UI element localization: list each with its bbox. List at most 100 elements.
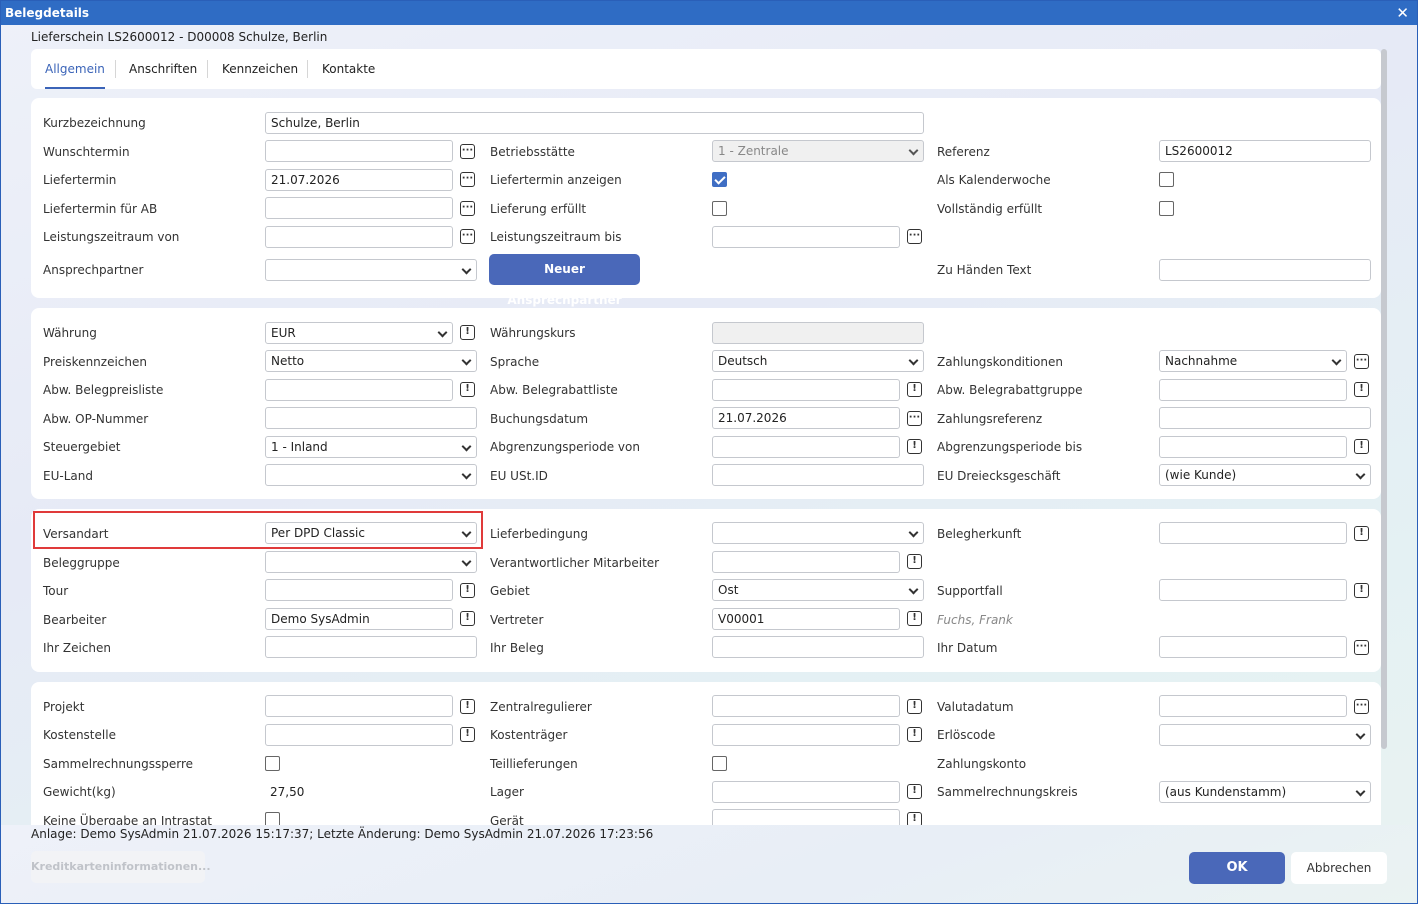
- info-icon[interactable]: !: [460, 611, 475, 626]
- kostentraeger-input[interactable]: [712, 724, 900, 746]
- betriebsstaette-select[interactable]: 1 - Zentrale: [712, 140, 924, 162]
- verantwortlicher-input[interactable]: [712, 551, 900, 573]
- info-icon[interactable]: !: [907, 784, 922, 799]
- tab-allgemein[interactable]: Allgemein: [45, 49, 105, 89]
- info-icon[interactable]: !: [907, 382, 922, 397]
- info-icon[interactable]: !: [1354, 382, 1369, 397]
- waehrung-select[interactable]: EUR: [265, 322, 453, 344]
- calendar-icon[interactable]: ···: [1354, 640, 1369, 655]
- info-icon[interactable]: !: [907, 439, 922, 454]
- eu-land-select[interactable]: [265, 464, 477, 486]
- eu-dreieck-select[interactable]: (wie Kunde): [1159, 464, 1371, 486]
- wunschtermin-input[interactable]: [265, 140, 453, 162]
- gebiet-select[interactable]: Ost: [712, 579, 924, 601]
- liefertermin-anzeigen-checkbox[interactable]: [712, 172, 727, 187]
- eu-ustid-input[interactable]: [712, 464, 924, 486]
- supportfall-input[interactable]: [1159, 579, 1347, 601]
- teillieferungen-checkbox[interactable]: [712, 756, 727, 771]
- abgrenzung-bis-input[interactable]: [1159, 436, 1347, 458]
- calendar-icon[interactable]: ···: [460, 144, 475, 159]
- ansprechpartner-select[interactable]: [265, 259, 477, 281]
- lieferbedingung-select[interactable]: [712, 522, 924, 544]
- wunschtermin-label: Wunschtermin: [43, 145, 130, 159]
- tab-anschriften[interactable]: Anschriften: [129, 49, 197, 89]
- info-icon[interactable]: !: [460, 382, 475, 397]
- close-icon[interactable]: ✕: [1396, 1, 1409, 25]
- calendar-icon[interactable]: ···: [907, 229, 922, 244]
- preiskennzeichen-label: Preiskennzeichen: [43, 355, 147, 369]
- info-icon[interactable]: !: [1354, 439, 1369, 454]
- belegherkunft-input[interactable]: [1159, 522, 1347, 544]
- ihr-datum-input[interactable]: [1159, 636, 1347, 658]
- zentralregulierer-input[interactable]: [712, 695, 900, 717]
- liefertermin-label: Liefertermin: [43, 173, 117, 187]
- abw-op-nummer-input[interactable]: [265, 407, 477, 429]
- waehrungskurs-input[interactable]: [712, 322, 924, 344]
- calendar-icon[interactable]: ···: [1354, 354, 1369, 369]
- leistungszeitraum-von-input[interactable]: [265, 226, 453, 248]
- lager-input[interactable]: [712, 781, 900, 803]
- liefertermin-ab-input[interactable]: [265, 197, 453, 219]
- neuer-ansprechpartner-button[interactable]: Neuer Ansprechpartner: [489, 254, 640, 307]
- ok-button[interactable]: OK: [1189, 852, 1285, 884]
- abw-belegrabattgruppe-input[interactable]: [1159, 379, 1347, 401]
- bearbeiter-input[interactable]: Demo SysAdmin: [265, 608, 453, 630]
- beleggruppe-select[interactable]: [265, 551, 477, 573]
- info-icon[interactable]: !: [1354, 526, 1369, 541]
- als-kalenderwoche-checkbox[interactable]: [1159, 172, 1174, 187]
- bearbeiter-label: Bearbeiter: [43, 613, 107, 627]
- steuergebiet-select[interactable]: 1 - Inland: [265, 436, 477, 458]
- valutadatum-input[interactable]: [1159, 695, 1347, 717]
- vertical-scrollbar[interactable]: [1381, 49, 1387, 749]
- leistungszeitraum-bis-input[interactable]: [712, 226, 900, 248]
- vollstaendig-erfuellt-checkbox[interactable]: [1159, 201, 1174, 216]
- calendar-icon[interactable]: ···: [907, 411, 922, 426]
- cancel-button[interactable]: Abbrechen: [1291, 852, 1387, 884]
- kostenstelle-input[interactable]: [265, 724, 453, 746]
- abw-belegrabattliste-input[interactable]: [712, 379, 900, 401]
- calendar-icon[interactable]: ···: [460, 229, 475, 244]
- referenz-input[interactable]: LS2600012: [1159, 140, 1371, 162]
- document-subtitle: Lieferschein LS2600012 - D00008 Schulze,…: [31, 30, 328, 44]
- steuergebiet-label: Steuergebiet: [43, 440, 121, 454]
- info-icon[interactable]: !: [907, 699, 922, 714]
- tab-kontakte[interactable]: Kontakte: [322, 49, 375, 89]
- info-icon[interactable]: !: [907, 727, 922, 742]
- tab-kennzeichen[interactable]: Kennzeichen: [222, 49, 298, 89]
- info-icon[interactable]: !: [460, 699, 475, 714]
- vertreter-input[interactable]: V00001: [712, 608, 900, 630]
- liefertermin-input[interactable]: 21.07.2026: [265, 169, 453, 191]
- info-icon[interactable]: !: [460, 325, 475, 340]
- calendar-icon[interactable]: ···: [460, 201, 475, 216]
- ihr-zeichen-input[interactable]: [265, 636, 477, 658]
- lieferung-erfuellt-checkbox[interactable]: [712, 201, 727, 216]
- zahlungsreferenz-input[interactable]: [1159, 407, 1371, 429]
- ihr-beleg-input[interactable]: [712, 636, 924, 658]
- calendar-icon[interactable]: ···: [1354, 699, 1369, 714]
- abgrenzung-von-input[interactable]: [712, 436, 900, 458]
- sammelrechnungskreis-select[interactable]: (aus Kundenstamm): [1159, 781, 1371, 803]
- info-icon[interactable]: !: [1354, 583, 1369, 598]
- zahlungsreferenz-label: Zahlungsreferenz: [937, 412, 1043, 426]
- vertreter-name: Fuchs, Frank: [937, 613, 1013, 627]
- projekt-input[interactable]: [265, 695, 453, 717]
- abw-belegpreisliste-input[interactable]: [265, 379, 453, 401]
- info-icon[interactable]: !: [460, 583, 475, 598]
- abgrenzung-bis-label: Abgrenzungsperiode bis: [937, 440, 1083, 454]
- eu-land-label: EU-Land: [43, 469, 93, 483]
- info-icon[interactable]: !: [907, 611, 922, 626]
- kreditkarten-button[interactable]: Kreditkarteninformationen...: [31, 851, 211, 883]
- tour-input[interactable]: [265, 579, 453, 601]
- info-icon[interactable]: !: [907, 554, 922, 569]
- kurzbezeichnung-input[interactable]: Schulze, Berlin: [265, 112, 924, 134]
- leistungszeitraum-bis-label: Leistungszeitraum bis: [490, 230, 622, 244]
- zahlungskonditionen-select[interactable]: Nachnahme: [1159, 350, 1347, 372]
- calendar-icon[interactable]: ···: [460, 172, 475, 187]
- sammelrechnungssperre-checkbox[interactable]: [265, 756, 280, 771]
- preiskennzeichen-select[interactable]: Netto: [265, 350, 477, 372]
- zu-haenden-input[interactable]: [1159, 259, 1371, 281]
- buchungsdatum-input[interactable]: 21.07.2026: [712, 407, 900, 429]
- erloescode-select[interactable]: [1159, 724, 1371, 746]
- sprache-select[interactable]: Deutsch: [712, 350, 924, 372]
- info-icon[interactable]: !: [460, 727, 475, 742]
